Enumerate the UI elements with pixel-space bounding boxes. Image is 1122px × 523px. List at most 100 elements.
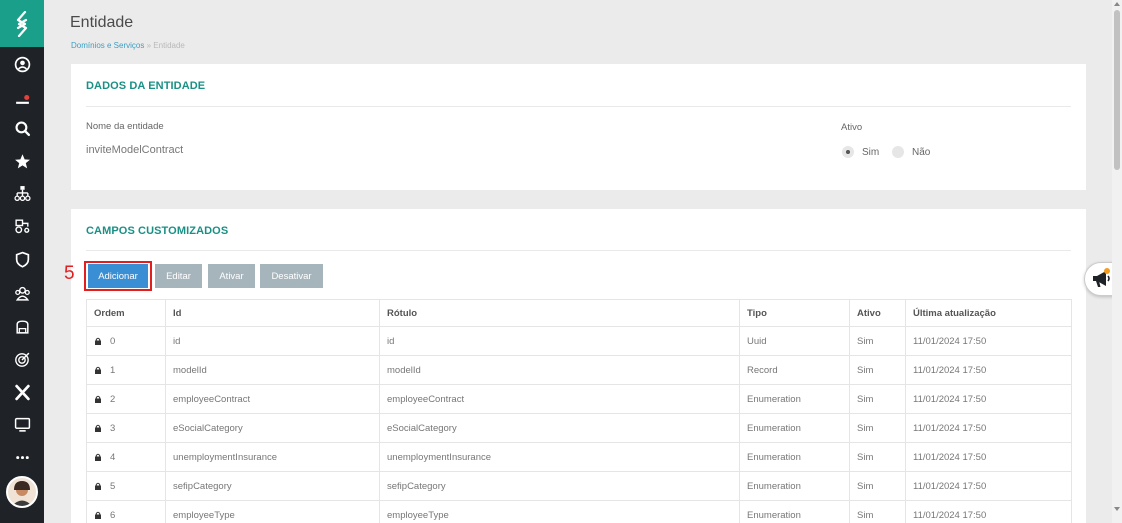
cell-order: 1 xyxy=(87,356,165,384)
org-chart-icon[interactable] xyxy=(0,180,44,206)
profile-icon[interactable] xyxy=(0,51,44,77)
col-label[interactable]: Rótulo xyxy=(379,300,739,326)
active-no-radio[interactable] xyxy=(892,146,904,158)
cell-id: employeeContract xyxy=(165,385,379,413)
deactivate-button[interactable]: Desativar xyxy=(260,264,323,288)
cell-id-text: employeeType xyxy=(173,509,235,521)
cell-label: employeeType xyxy=(379,501,739,523)
cell-active: Sim xyxy=(849,356,905,384)
cell-order: 0 xyxy=(87,327,165,355)
cell-updated-text: 11/01/2024 17:50 xyxy=(913,364,987,376)
more-icon[interactable] xyxy=(0,443,44,469)
activate-button[interactable]: Ativar xyxy=(208,264,255,288)
avatar[interactable] xyxy=(6,476,38,508)
cell-type-text: Enumeration xyxy=(747,480,801,492)
table-row[interactable]: 1 modelId modelId Record Sim 11/01/2024 17:50 xyxy=(87,356,1071,385)
cell-updated-text: 11/01/2024 17:50 xyxy=(913,509,987,521)
lock-icon xyxy=(95,453,101,461)
cell-id-text: modelId xyxy=(173,364,207,376)
cell-label: id xyxy=(379,327,739,355)
cell-active-text: Sim xyxy=(857,335,874,347)
scroll-up-arrow[interactable] xyxy=(1114,2,1120,6)
active-yes-radio[interactable] xyxy=(842,146,854,158)
table-row[interactable]: 2 employeeContract employeeContract Enumera… xyxy=(87,385,1071,414)
custom-fields-title: CAMPOS CUSTOMIZADOS xyxy=(86,225,229,237)
cell-type-text: Enumeration xyxy=(747,393,801,405)
notifications-icon[interactable] xyxy=(0,84,44,110)
cell-order-text: 3 xyxy=(110,422,116,434)
target-icon[interactable] xyxy=(0,346,44,372)
cell-updated-text: 11/01/2024 17:50 xyxy=(913,393,987,405)
col-active[interactable]: Ativo xyxy=(849,300,905,326)
cell-updated: 11/01/2024 17:50 xyxy=(905,356,1071,384)
breadcrumb-parent[interactable]: Domínios e Serviços xyxy=(71,41,144,50)
table-row[interactable]: 0 id id Uuid Sim 11/01/2024 17:50 xyxy=(87,327,1071,356)
cell-id: modelId xyxy=(165,356,379,384)
cell-type: Enumeration xyxy=(739,501,849,523)
lock-icon xyxy=(95,424,101,432)
cell-id: id xyxy=(165,327,379,355)
breadcrumb-current: Entidade xyxy=(153,41,185,50)
col-id[interactable]: Id xyxy=(165,300,379,326)
scroll-down-arrow[interactable] xyxy=(1114,507,1120,511)
cell-id-text: eSocialCategory xyxy=(173,422,243,434)
active-yes-label[interactable]: Sim xyxy=(862,147,879,158)
cell-id: unemploymentInsurance xyxy=(165,443,379,471)
cell-order: 6 xyxy=(87,501,165,523)
lock-icon xyxy=(95,337,101,345)
cell-type: Enumeration xyxy=(739,443,849,471)
cell-label: eSocialCategory xyxy=(379,414,739,442)
cell-label-text: eSocialCategory xyxy=(387,422,457,434)
x-icon[interactable] xyxy=(0,379,44,405)
search-icon[interactable] xyxy=(0,115,44,141)
entity-card: DADOS DA ENTIDADE Nome da entidade invit… xyxy=(71,64,1086,190)
table-row[interactable]: 5 sefipCategory sefipCategory Enumeration Si… xyxy=(87,472,1071,501)
lock-icon xyxy=(95,482,101,490)
monitor-icon[interactable] xyxy=(0,411,44,437)
app-logo[interactable] xyxy=(0,0,44,47)
cell-updated-text: 11/01/2024 17:50 xyxy=(913,451,987,463)
backpack-icon[interactable] xyxy=(0,313,44,339)
table-row[interactable]: 4 unemploymentInsurance unemploymentInsura… xyxy=(87,443,1071,472)
cell-type-text: Uuid xyxy=(747,335,767,347)
lock-icon xyxy=(95,511,101,519)
shield-icon[interactable] xyxy=(0,246,44,272)
col-updated[interactable]: Última atualização xyxy=(905,300,1071,326)
cell-active-text: Sim xyxy=(857,509,874,521)
cell-id-text: id xyxy=(173,335,181,347)
cell-label-text: employeeType xyxy=(387,509,449,521)
cell-order-text: 2 xyxy=(110,393,116,405)
cell-active-text: Sim xyxy=(857,393,874,405)
cell-label-text: modelId xyxy=(387,364,421,376)
edit-button[interactable]: Editar xyxy=(155,264,202,288)
cell-active: Sim xyxy=(849,501,905,523)
cell-active-text: Sim xyxy=(857,422,874,434)
col-order[interactable]: Ordem xyxy=(87,300,165,326)
col-type[interactable]: Tipo xyxy=(739,300,849,326)
table-header: Ordem Id Rótulo Tipo Ativo Última atuali… xyxy=(87,299,1071,327)
step-number: 5 xyxy=(64,263,75,284)
table-body: 0 id id Uuid Sim 11/01/2024 17:50 1 modelId mode… xyxy=(87,327,1071,523)
table-row[interactable]: 3 eSocialCategory eSocialCategory Enumerati… xyxy=(87,414,1071,443)
table-row[interactable]: 6 employeeType employeeType Enumeration Sim 1… xyxy=(87,501,1071,523)
cell-order-text: 6 xyxy=(110,509,116,521)
cell-order: 3 xyxy=(87,414,165,442)
cell-label-text: sefipCategory xyxy=(387,480,446,492)
cell-active: Sim xyxy=(849,385,905,413)
cell-type: Enumeration xyxy=(739,414,849,442)
cell-updated: 11/01/2024 17:50 xyxy=(905,327,1071,355)
tractor-icon[interactable] xyxy=(0,212,44,238)
people-icon[interactable] xyxy=(0,280,44,306)
active-no-label[interactable]: Não xyxy=(912,147,930,158)
cell-type: Uuid xyxy=(739,327,849,355)
cell-id-text: employeeContract xyxy=(173,393,251,405)
lock-icon xyxy=(95,366,101,374)
page-scrollbar[interactable] xyxy=(1112,0,1122,523)
announcement-badge xyxy=(1104,268,1110,274)
cell-id-text: unemploymentInsurance xyxy=(173,451,278,463)
cell-label: modelId xyxy=(379,356,739,384)
star-icon[interactable] xyxy=(0,148,44,174)
custom-fields-table: Ordem Id Rótulo Tipo Ativo Última atuali… xyxy=(86,299,1072,523)
cell-active: Sim xyxy=(849,443,905,471)
scroll-thumb[interactable] xyxy=(1114,10,1120,170)
